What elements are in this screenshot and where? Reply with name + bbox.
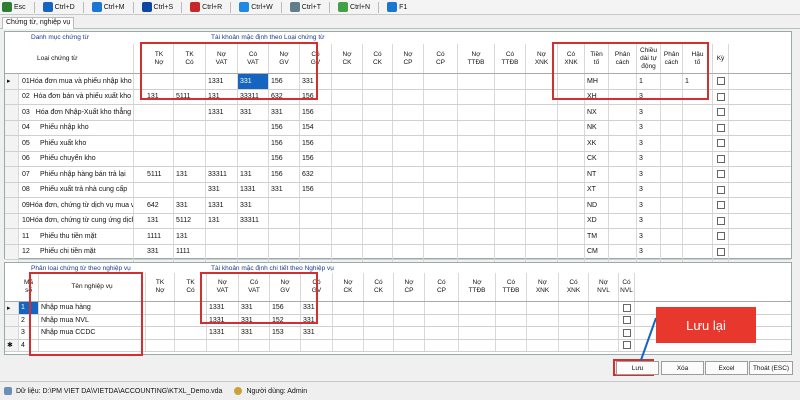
status-bar: Dữ liệu: D:\PM VIET DA\VIETDA\ACCOUNTING…	[0, 381, 800, 400]
user-icon	[234, 387, 243, 395]
data-path: Dữ liệu: D:\PM VIET DA\VIETDA\ACCOUNTING…	[16, 387, 223, 395]
excel-button[interactable]: Excel	[705, 361, 748, 375]
save-button[interactable]: Lưu	[616, 361, 659, 375]
user-label: Người dùng: Admin	[246, 387, 308, 395]
delete-button[interactable]: Xóa	[661, 361, 704, 375]
save-callout: Lưu lại	[656, 307, 756, 343]
database-icon	[4, 387, 12, 395]
exit-button[interactable]: Thoát (ESC)	[749, 361, 793, 375]
